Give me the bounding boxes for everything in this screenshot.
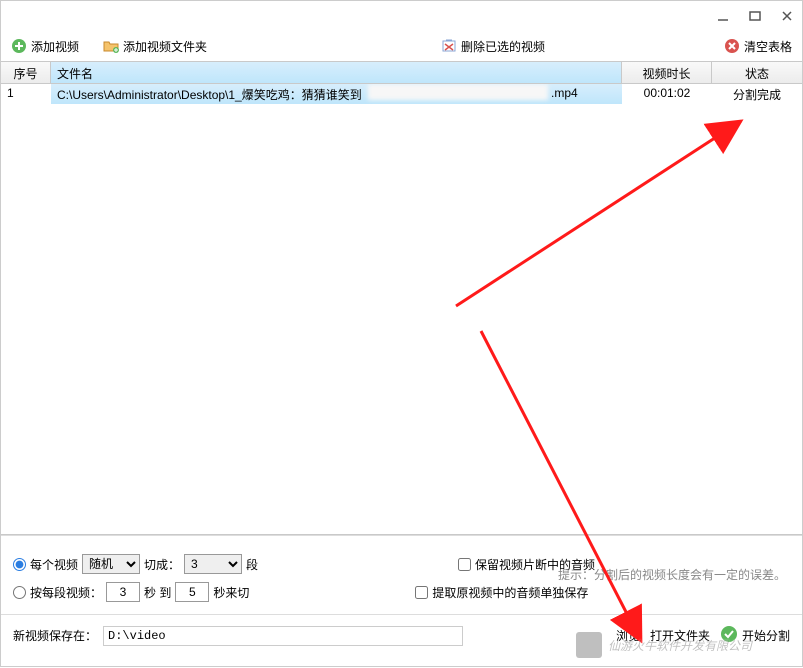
grid-body: 1 C:\Users\Administrator\Desktop\1_爆笑吃鸡：… xyxy=(1,84,802,534)
add-video-button[interactable]: 添加视频 xyxy=(11,38,79,55)
segments-unit: 段 xyxy=(246,556,258,573)
add-video-label: 添加视频 xyxy=(31,38,79,55)
segments-select[interactable]: 3 xyxy=(184,554,242,574)
window-titlebar xyxy=(1,1,802,31)
delete-selected-label: 删除已选的视频 xyxy=(461,38,545,55)
minimize-button[interactable] xyxy=(716,9,730,23)
delete-selected-button[interactable]: 删除已选的视频 xyxy=(441,38,545,55)
header-duration[interactable]: 视频时长 xyxy=(622,62,712,83)
clear-table-label: 清空表格 xyxy=(744,38,792,55)
clear-table-button[interactable]: 清空表格 xyxy=(724,38,792,55)
extract-audio-input[interactable] xyxy=(415,586,428,599)
grid-header: 序号 文件名 视频时长 状态 xyxy=(1,62,802,84)
save-label: 新视频保存在： xyxy=(13,627,97,644)
add-folder-label: 添加视频文件夹 xyxy=(123,38,207,55)
sec-from-input[interactable] xyxy=(106,582,140,602)
cell-filename: C:\Users\Administrator\Desktop\1_爆笑吃鸡：猜猜… xyxy=(51,84,622,104)
redacted-area xyxy=(368,84,548,100)
options-panel: 每个视频 随机 切成： 3 段 保留视频片断中的音频 按每段视频： 秒 到 秒来… xyxy=(1,535,802,614)
close-button[interactable] xyxy=(780,9,794,23)
per-video-radio-input[interactable] xyxy=(13,558,26,571)
delete-icon xyxy=(441,38,457,54)
header-status[interactable]: 状态 xyxy=(712,62,802,83)
main-toolbar: 添加视频 添加视频文件夹 删除已选的视频 清空表格 xyxy=(1,31,802,61)
clear-icon xyxy=(724,38,740,54)
hint-text: 提示：分割后的视频长度会有一定的误差。 xyxy=(558,566,786,583)
table-row[interactable]: 1 C:\Users\Administrator\Desktop\1_爆笑吃鸡：… xyxy=(1,84,802,104)
cut-into-label: 切成： xyxy=(144,556,180,573)
per-segment-radio[interactable]: 按每段视频： xyxy=(13,584,102,601)
per-video-radio[interactable]: 每个视频 xyxy=(13,556,78,573)
folder-icon xyxy=(103,38,119,54)
header-filename[interactable]: 文件名 xyxy=(51,62,622,83)
header-seq[interactable]: 序号 xyxy=(1,62,51,83)
add-folder-button[interactable]: 添加视频文件夹 xyxy=(103,38,207,55)
sec-to-input[interactable] xyxy=(175,582,209,602)
keep-audio-input[interactable] xyxy=(458,558,471,571)
wechat-icon xyxy=(576,632,602,658)
cell-seq: 1 xyxy=(1,84,51,104)
cell-duration: 00:01:02 xyxy=(622,84,712,104)
per-segment-radio-input[interactable] xyxy=(13,586,26,599)
random-select[interactable]: 随机 xyxy=(82,554,140,574)
add-icon xyxy=(11,38,27,54)
video-grid: 序号 文件名 视频时长 状态 1 C:\Users\Administrator\… xyxy=(1,61,802,535)
extract-audio-checkbox[interactable]: 提取原视频中的音频单独保存 xyxy=(415,584,588,601)
watermark: 仙游火牛软件开发有限公司 xyxy=(576,632,752,658)
maximize-button[interactable] xyxy=(748,9,762,23)
cell-status: 分割完成 xyxy=(712,84,802,104)
save-path-input[interactable] xyxy=(103,626,463,646)
